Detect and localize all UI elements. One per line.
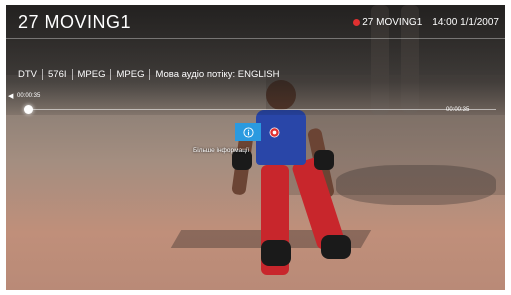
info-circle-icon <box>242 126 254 138</box>
info-video-codec: MPEG <box>77 69 106 80</box>
shadow <box>336 165 496 205</box>
separator <box>149 69 151 80</box>
info-resolution: 576I <box>48 69 67 80</box>
header-divider <box>6 38 505 39</box>
record-button[interactable] <box>261 123 287 141</box>
info-button[interactable] <box>235 123 261 141</box>
stream-info-row: DTV 576I MPEG MPEG Мова аудіо потіку: EN… <box>18 69 280 80</box>
info-audio-language: Мова аудіо потіку: ENGLISH <box>155 69 280 80</box>
recording-channel: 27 MOVING1 <box>362 17 423 28</box>
separator <box>42 69 43 80</box>
info-source: DTV <box>18 69 37 80</box>
control-buttons <box>235 123 287 141</box>
playback-progress: ◀ 00:00:35 00:00:35 <box>6 92 505 122</box>
info-tooltip: Більше інформації <box>193 147 250 154</box>
clock: 14:00 1/1/2007 <box>432 17 499 28</box>
back-arrow-icon[interactable]: ◀ <box>8 92 13 100</box>
progress-track[interactable] <box>26 109 496 110</box>
separator <box>110 69 112 80</box>
info-audio-codec: MPEG <box>116 69 145 80</box>
record-icon <box>269 127 279 137</box>
start-time: 00:00:35 <box>17 93 41 99</box>
separator <box>71 69 73 80</box>
progress-knob[interactable] <box>24 105 33 114</box>
end-time: 00:00:35 <box>446 107 470 113</box>
channel-title: 27 MOVING1 <box>18 12 132 32</box>
channel-header: 27 MOVING1 27 MOVING1 14:00 1/1/2007 <box>6 5 505 39</box>
header-status: 27 MOVING1 14:00 1/1/2007 <box>353 17 499 28</box>
tv-screen: 27 MOVING1 27 MOVING1 14:00 1/1/2007 DTV… <box>6 5 505 290</box>
recording-indicator-icon <box>353 19 361 26</box>
